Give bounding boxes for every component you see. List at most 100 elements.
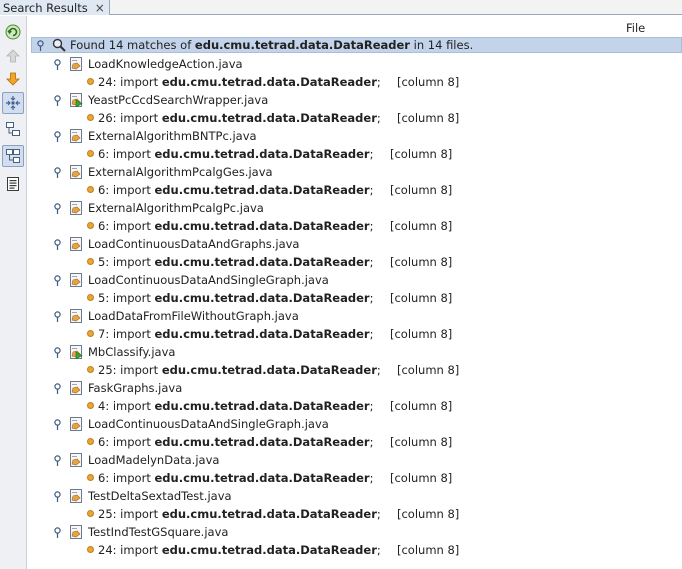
file-name: TestIndTestGSquare.java xyxy=(88,525,229,539)
file-name: ExternalAlgorithmBNTPc.java xyxy=(88,129,257,143)
file-row[interactable]: ExternalAlgorithmPcalgPc.java xyxy=(31,199,682,217)
file-name: FaskGraphs.java xyxy=(88,381,183,395)
file-row[interactable]: LoadMadelynData.java xyxy=(31,451,682,469)
file-row[interactable]: LoadDataFromFileWithoutGraph.java xyxy=(31,307,682,325)
match-row[interactable]: 6: import edu.cmu.tetrad.data.DataReader… xyxy=(31,433,682,451)
match-column: [column 8] xyxy=(390,219,453,233)
match-dot-icon xyxy=(87,402,94,409)
collapse-handle-icon[interactable] xyxy=(53,311,62,323)
file-row[interactable]: LoadContinuousDataAndSingleGraph.java xyxy=(31,271,682,289)
collapse-handle-icon[interactable] xyxy=(53,275,62,287)
file-row[interactable]: ExternalAlgorithmPcalgGes.java xyxy=(31,163,682,181)
column-header: File xyxy=(31,19,682,37)
tab-title: Search Results xyxy=(3,0,88,15)
match-text: 26: import edu.cmu.tetrad.data.DataReade… xyxy=(98,111,381,125)
logical-view-icon xyxy=(6,149,20,163)
save-results-button[interactable] xyxy=(2,173,24,195)
expand-icon xyxy=(6,96,20,110)
collapse-handle-icon[interactable] xyxy=(53,383,62,395)
collapse-handle-icon[interactable] xyxy=(53,59,62,71)
close-icon[interactable]: × xyxy=(95,2,105,14)
match-column: [column 8] xyxy=(390,471,453,485)
match-dot-icon xyxy=(87,114,94,121)
java-file-icon xyxy=(69,273,83,287)
file-row[interactable]: TestIndTestGSquare.java xyxy=(31,523,682,541)
match-dot-icon xyxy=(87,150,94,157)
java-file-icon xyxy=(69,57,83,71)
file-name: ExternalAlgorithmPcalgGes.java xyxy=(88,165,273,179)
results-root-row[interactable]: Found 14 matches of edu.cmu.tetrad.data.… xyxy=(31,37,682,53)
match-dot-icon xyxy=(87,510,94,517)
collapse-handle-icon[interactable] xyxy=(36,40,45,52)
collapse-handle-icon[interactable] xyxy=(53,419,62,431)
collapse-handle-icon[interactable] xyxy=(53,203,62,215)
expand-collapse-button[interactable] xyxy=(2,92,24,114)
match-row[interactable]: 6: import edu.cmu.tetrad.data.DataReader… xyxy=(31,181,682,199)
results-summary: Found 14 matches of edu.cmu.tetrad.data.… xyxy=(70,38,474,52)
refresh-button[interactable] xyxy=(2,21,24,43)
match-dot-icon xyxy=(87,438,94,445)
file-name: YeastPcCcdSearchWrapper.java xyxy=(88,93,269,107)
match-text: 4: import edu.cmu.tetrad.data.DataReader… xyxy=(98,399,374,413)
search-icon xyxy=(52,38,66,52)
match-row[interactable]: 6: import edu.cmu.tetrad.data.DataReader… xyxy=(31,217,682,235)
match-text: 6: import edu.cmu.tetrad.data.DataReader… xyxy=(98,219,374,233)
file-row[interactable]: LoadContinuousDataAndSingleGraph.java xyxy=(31,415,682,433)
match-text: 6: import edu.cmu.tetrad.data.DataReader… xyxy=(98,183,374,197)
match-row[interactable]: 6: import edu.cmu.tetrad.data.DataReader… xyxy=(31,145,682,163)
java-main-class-icon xyxy=(69,345,83,359)
next-match-button[interactable] xyxy=(2,68,24,90)
match-row[interactable]: 25: import edu.cmu.tetrad.data.DataReade… xyxy=(31,505,682,523)
match-row[interactable]: 6: import edu.cmu.tetrad.data.DataReader… xyxy=(31,469,682,487)
file-row[interactable]: LoadKnowledgeAction.java xyxy=(31,55,682,73)
match-text: 6: import edu.cmu.tetrad.data.DataReader… xyxy=(98,147,374,161)
collapse-handle-icon[interactable] xyxy=(53,131,62,143)
java-file-icon xyxy=(69,381,83,395)
file-name: LoadContinuousDataAndGraphs.java xyxy=(88,237,300,251)
collapse-handle-icon[interactable] xyxy=(53,95,62,107)
collapse-handle-icon[interactable] xyxy=(53,347,62,359)
file-row[interactable]: TestDeltaSextadTest.java xyxy=(31,487,682,505)
match-row[interactable]: 26: import edu.cmu.tetrad.data.DataReade… xyxy=(31,109,682,127)
match-text: 6: import edu.cmu.tetrad.data.DataReader… xyxy=(98,435,374,449)
file-row[interactable]: ExternalAlgorithmBNTPc.java xyxy=(31,127,682,145)
match-row[interactable]: 7: import edu.cmu.tetrad.data.DataReader… xyxy=(31,325,682,343)
collapse-handle-icon[interactable] xyxy=(53,239,62,251)
match-column: [column 8] xyxy=(390,183,453,197)
show-details-button[interactable] xyxy=(2,118,24,140)
collapse-handle-icon[interactable] xyxy=(53,455,62,467)
match-row[interactable]: 5: import edu.cmu.tetrad.data.DataReader… xyxy=(31,253,682,271)
match-text: 24: import edu.cmu.tetrad.data.DataReade… xyxy=(98,75,381,89)
match-text: 6: import edu.cmu.tetrad.data.DataReader… xyxy=(98,471,374,485)
match-row[interactable]: 5: import edu.cmu.tetrad.data.DataReader… xyxy=(31,289,682,307)
match-row[interactable]: 24: import edu.cmu.tetrad.data.DataReade… xyxy=(31,73,682,91)
java-file-icon xyxy=(69,165,83,179)
file-row[interactable]: FaskGraphs.java xyxy=(31,379,682,397)
java-file-icon xyxy=(69,417,83,431)
file-name: ExternalAlgorithmPcalgPc.java xyxy=(88,201,264,215)
match-row[interactable]: 24: import edu.cmu.tetrad.data.DataReade… xyxy=(31,541,682,559)
file-row[interactable]: LoadContinuousDataAndGraphs.java xyxy=(31,235,682,253)
file-name: LoadMadelynData.java xyxy=(88,453,220,467)
tab-search-results[interactable]: Search Results × xyxy=(0,0,110,15)
file-row[interactable]: MbClassify.java xyxy=(31,343,682,361)
column-header-file[interactable]: File xyxy=(626,21,645,35)
match-row[interactable]: 4: import edu.cmu.tetrad.data.DataReader… xyxy=(31,397,682,415)
match-column: [column 8] xyxy=(390,435,453,449)
match-dot-icon xyxy=(87,294,94,301)
match-column: [column 8] xyxy=(390,255,453,269)
match-dot-icon xyxy=(87,258,94,265)
collapse-handle-icon[interactable] xyxy=(53,527,62,539)
collapse-handle-icon[interactable] xyxy=(53,491,62,503)
java-file-icon xyxy=(69,489,83,503)
collapse-handle-icon[interactable] xyxy=(53,167,62,179)
tree-icon xyxy=(6,122,20,136)
previous-match-button[interactable] xyxy=(2,45,24,67)
java-main-class-icon xyxy=(69,93,83,107)
match-row[interactable]: 25: import edu.cmu.tetrad.data.DataReade… xyxy=(31,361,682,379)
file-row[interactable]: YeastPcCcdSearchWrapper.java xyxy=(31,91,682,109)
file-name: LoadContinuousDataAndSingleGraph.java xyxy=(88,417,329,431)
tab-strip: Search Results × xyxy=(0,0,682,15)
match-text: 25: import edu.cmu.tetrad.data.DataReade… xyxy=(98,507,381,521)
logical-view-button[interactable] xyxy=(2,145,24,167)
